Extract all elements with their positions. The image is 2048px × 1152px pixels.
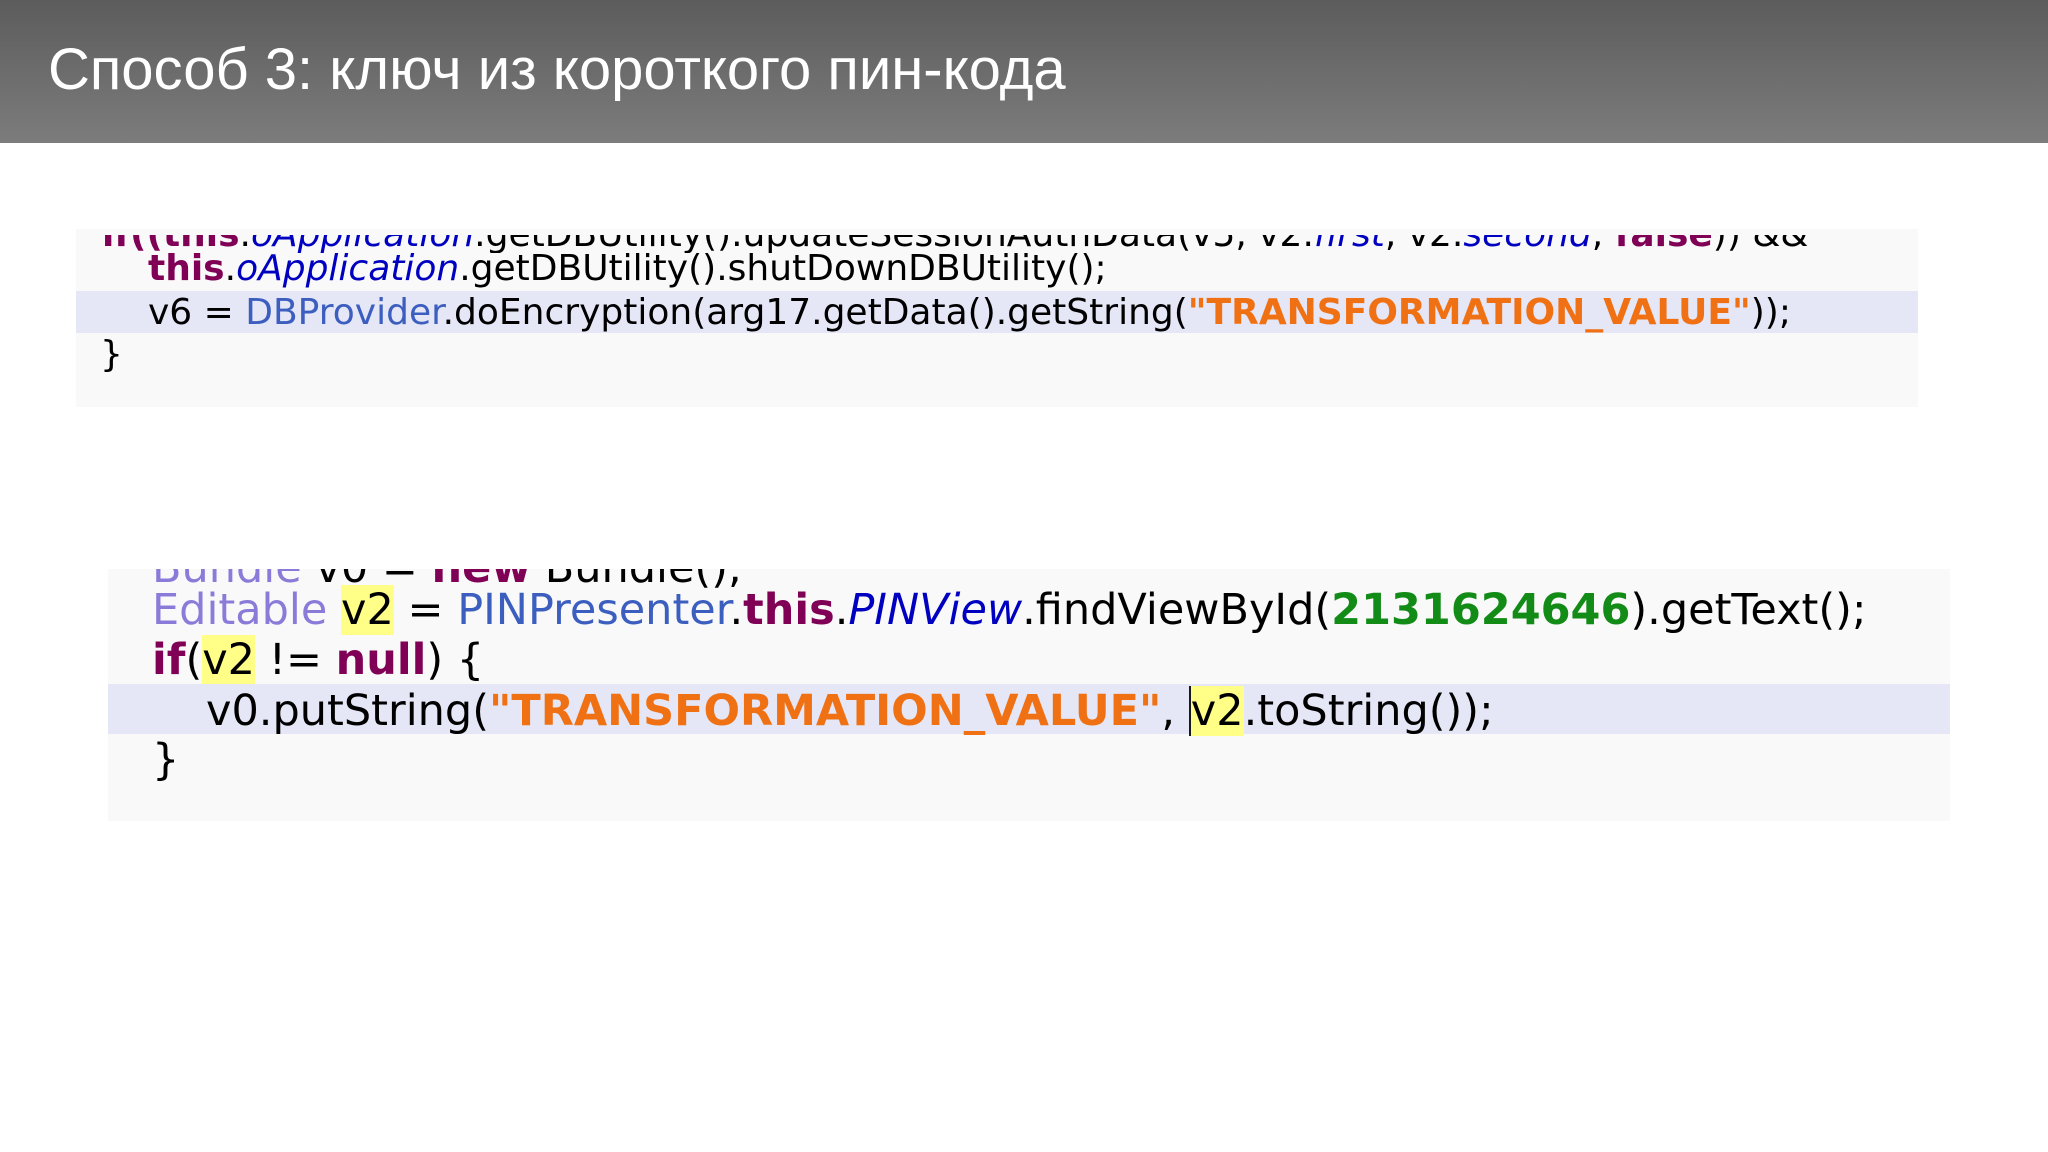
- code-brace: }: [152, 735, 180, 785]
- code-text: .findViewById(: [1022, 585, 1332, 635]
- code-snippet-pin: Bundle v0 = new Bundle(); Editable v2 = …: [108, 569, 1950, 821]
- code-variable-highlighted: v2: [341, 585, 394, 635]
- code-line-brace: }: [152, 739, 1950, 782]
- code-text: ).getText();: [1630, 585, 1867, 635]
- code-variable-highlighted: v2: [202, 635, 256, 685]
- code-text: .doEncryption(arg17.getData().getString(: [442, 292, 1188, 333]
- code-line-if: if(v2 != null) {: [152, 635, 1950, 685]
- code-line-brace: }: [100, 337, 1918, 373]
- code-brace: }: [100, 334, 123, 375]
- code-line-editable: Editable v2 = PINPresenter.this.PINView.…: [152, 585, 1950, 635]
- code-text: !=: [255, 635, 336, 685]
- code-text: ,: [1161, 686, 1189, 736]
- code-field: oApplication: [236, 248, 460, 289]
- code-string: "TRANSFORMATION_VALUE": [1187, 292, 1751, 333]
- code-text: .: [834, 585, 849, 635]
- code-line-shutdown: this.oApplication.getDBUtility().shutDow…: [148, 251, 1918, 287]
- code-text: .getDBUtility().shutDownDBUtility();: [459, 248, 1107, 289]
- code-string: "TRANSFORMATION_VALUE": [489, 686, 1162, 736]
- code-text: (: [185, 635, 203, 685]
- code-keyword: this: [148, 248, 225, 289]
- code-text: .toString());: [1243, 686, 1494, 736]
- code-field: PINView: [848, 585, 1023, 635]
- code-variable-highlighted: v2: [1188, 686, 1244, 736]
- code-text: ));: [1750, 292, 1791, 333]
- code-number: 2131624646: [1331, 585, 1631, 635]
- code-line-encryption: v6 = DBProvider.doEncryption(arg17.getDa…: [76, 291, 1918, 333]
- slide-title: Способ 3: ключ из короткого пин-кода: [48, 37, 1066, 102]
- code-keyword: if: [152, 635, 186, 685]
- code-class: DBProvider: [245, 292, 443, 333]
- code-keyword: this: [743, 585, 835, 635]
- code-snippet-encryption: if((this.oApplication.getDBUtility().upd…: [76, 229, 1918, 407]
- code-text: .: [224, 248, 237, 289]
- code-text: v0.putString(: [206, 686, 489, 736]
- code-type: Editable: [152, 585, 328, 635]
- code-line-putstring: v0.putString("TRANSFORMATION_VALUE", v2.…: [108, 684, 1950, 736]
- title-bar: Способ 3: ключ из короткого пин-кода: [0, 0, 2048, 143]
- code-keyword: null: [335, 635, 427, 685]
- code-variable: v6 =: [148, 292, 246, 333]
- code-text: ) {: [426, 635, 485, 685]
- code-text: =: [393, 585, 458, 635]
- code-text: .: [729, 585, 744, 635]
- code-class: PINPresenter: [457, 585, 730, 635]
